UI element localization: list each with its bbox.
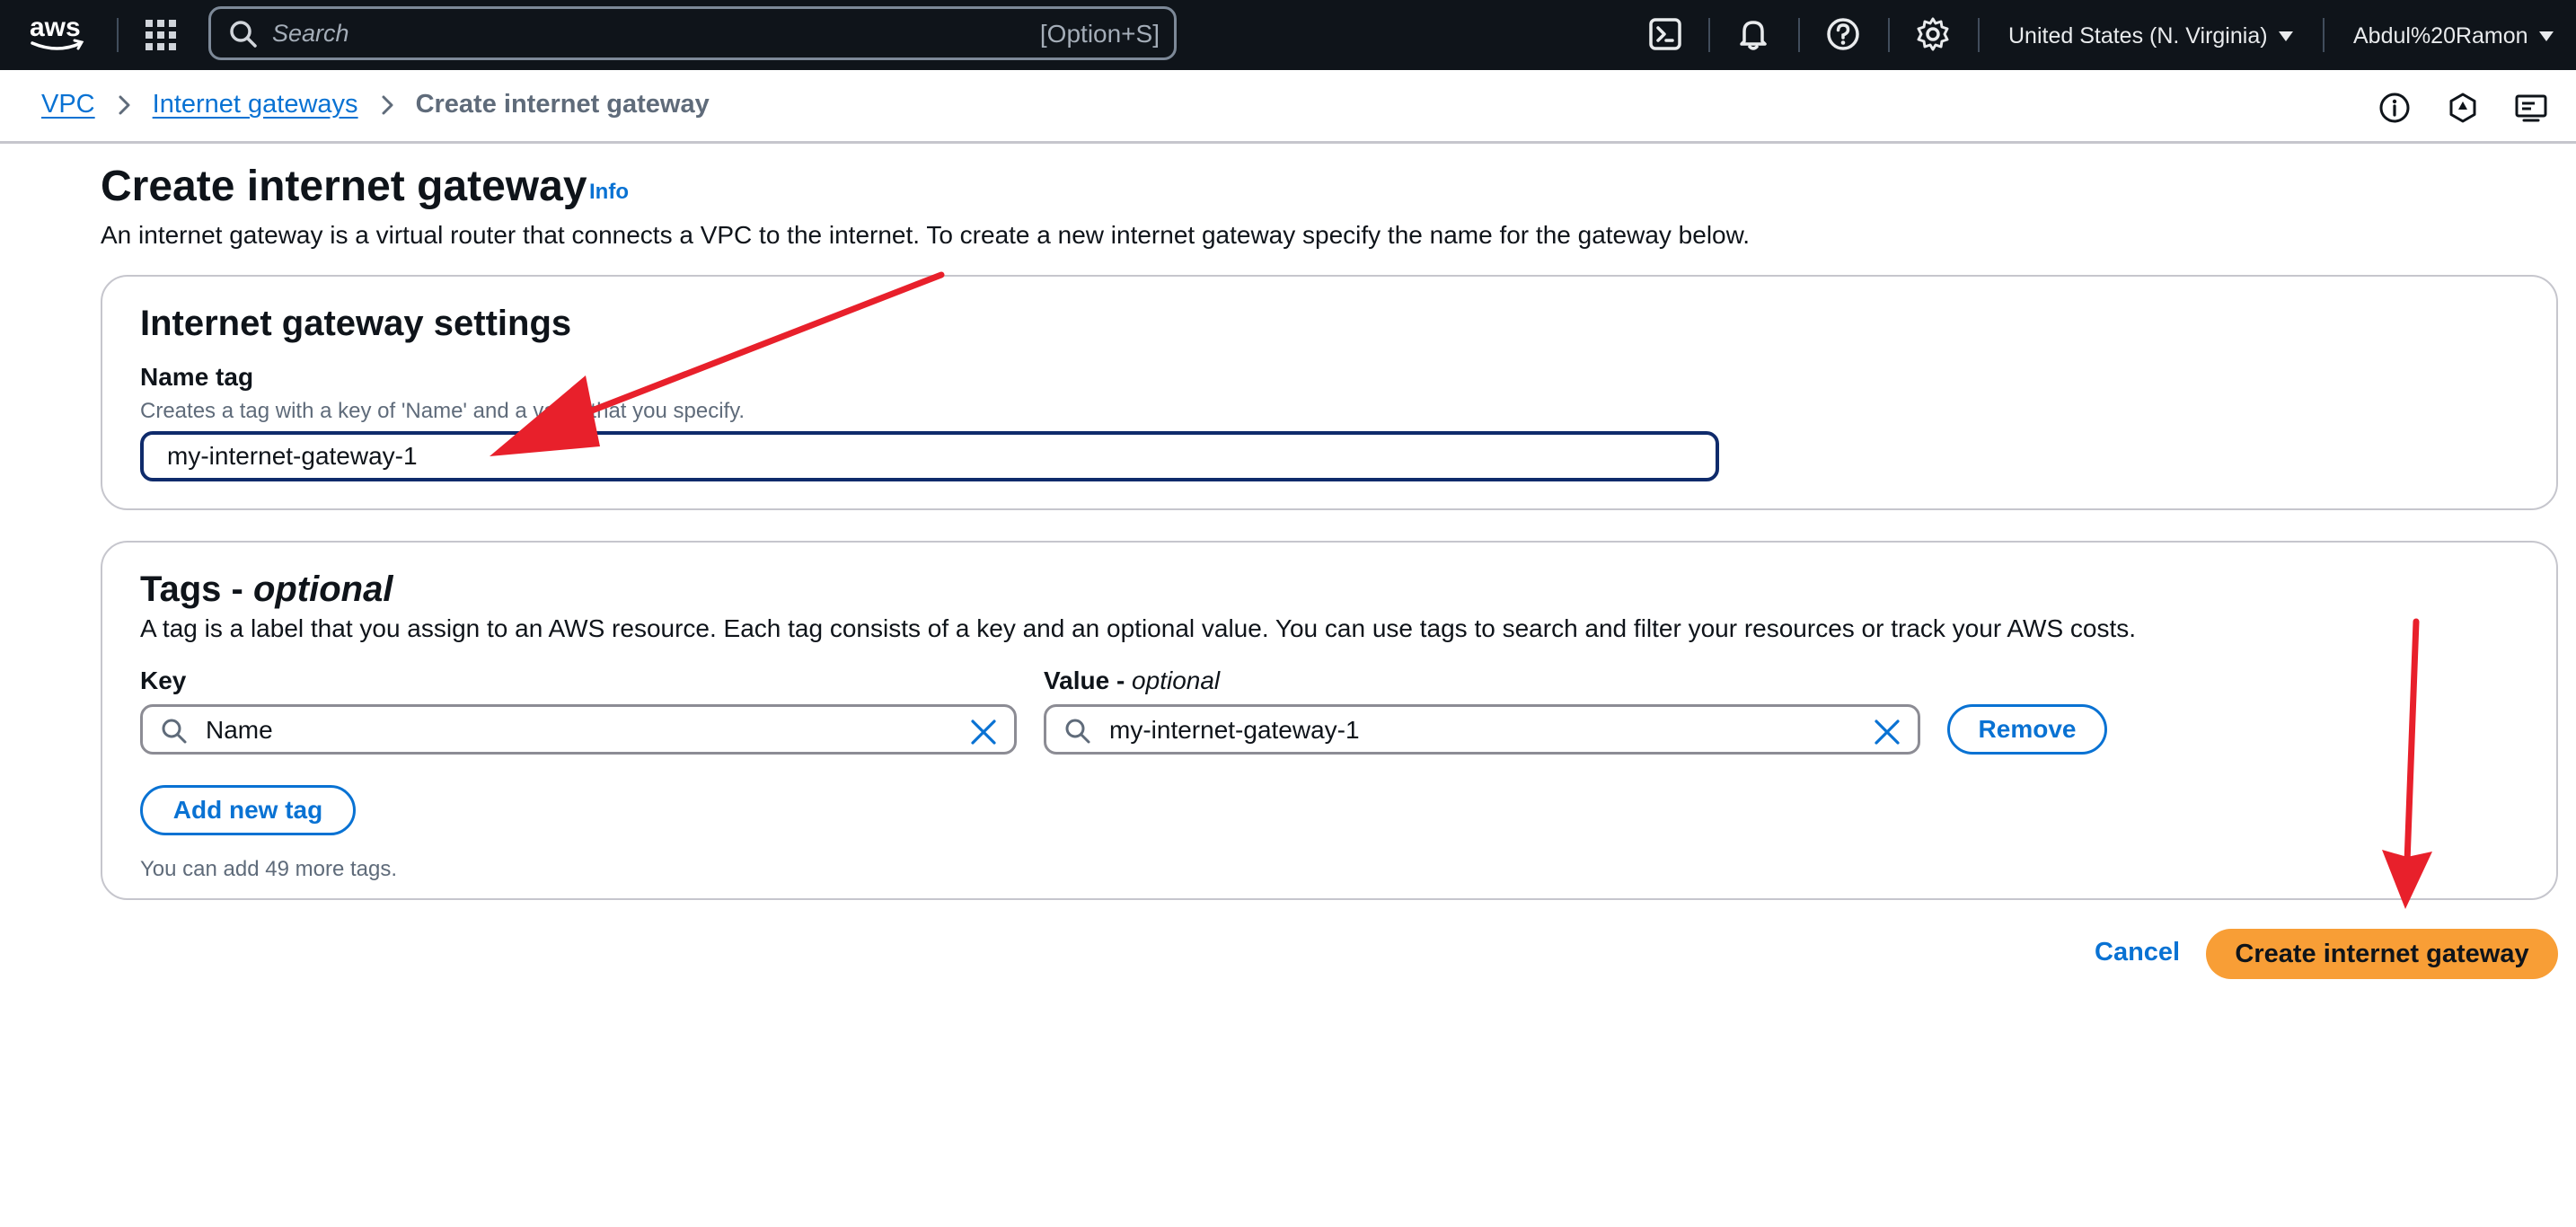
cloudshell-icon[interactable] [1647,16,1683,52]
tag-value-label-optional: optional [1132,666,1221,694]
page-title: Create internet gateway [101,163,587,210]
aws-logo[interactable]: aws [27,11,90,54]
nav-divider [1888,18,1890,52]
name-tag-input[interactable] [140,431,1719,481]
apps-grid-icon[interactable] [144,18,178,52]
clear-icon[interactable] [1873,718,1901,746]
breadcrumb-internet-gateways[interactable]: Internet gateways [153,90,358,119]
remove-tag-button[interactable]: Remove [1947,704,2107,755]
nav-divider [1798,18,1800,52]
caret-down-icon [2278,31,2293,41]
info-circle-icon[interactable] [2377,90,2413,126]
gear-icon[interactable] [1915,16,1951,52]
chevron-right-icon [382,95,393,114]
internet-gateway-settings-container: Internet gateway settings Name tag Creat… [101,275,2558,510]
tags-remaining-hint: You can add 49 more tags. [140,857,397,881]
name-tag-label: Name tag [140,363,254,391]
tags-description: A tag is a label that you assign to an A… [140,614,2137,642]
account-menu[interactable]: Abdul%20Ramon [2353,18,2554,54]
feedback-icon[interactable] [2445,90,2481,126]
breadcrumb-bar: VPC Internet gateways Create internet ga… [0,70,2576,144]
tag-value-input[interactable] [1109,714,1810,746]
settings-title: Internet gateway settings [140,304,572,343]
tag-key-label: Key [140,666,187,694]
search-icon [1064,718,1091,745]
nav-divider [1978,18,1980,52]
tags-title-optional: optional [252,569,393,609]
tags-title: Tags - optional [140,569,393,610]
screen-icon[interactable] [2513,90,2549,126]
help-icon[interactable] [1825,16,1861,52]
caret-down-icon [2538,31,2554,41]
bell-icon[interactable] [1735,16,1771,52]
tags-container: Tags - optional A tag is a label that yo… [101,541,2558,900]
svg-text:aws: aws [30,13,81,42]
cancel-button[interactable]: Cancel [2095,938,2180,967]
nav-divider [2323,18,2325,52]
breadcrumb-current: Create internet gateway [415,90,710,119]
search-icon [161,718,188,745]
nav-divider [117,18,119,52]
create-internet-gateway-button[interactable]: Create internet gateway [2206,929,2558,979]
tag-value-label-text: Value - [1044,666,1133,694]
search-shortcut-hint: [Option+S] [1039,20,1160,48]
tag-value-field[interactable] [1044,704,1920,755]
page-description: An internet gateway is a virtual router … [101,221,1751,249]
tag-value-label: Value - optional [1044,666,1220,695]
account-name: Abdul%20Ramon [2353,22,2528,49]
breadcrumb: VPC Internet gateways Create internet ga… [41,90,710,119]
info-link[interactable]: Info [589,180,629,205]
top-navigation: aws [Option+S] United [0,0,2576,70]
name-tag-description: Creates a tag with a key of 'Name' and a… [140,399,745,423]
nav-divider [1708,18,1710,52]
global-search-input[interactable] [272,16,955,50]
tag-key-field[interactable] [140,704,1017,755]
clear-icon[interactable] [969,718,998,746]
region-label: United States (N. Virginia) [2008,22,2268,49]
region-selector[interactable]: United States (N. Virginia) [2008,18,2293,54]
chevron-right-icon [119,95,130,114]
global-search[interactable]: [Option+S] [208,6,1177,60]
tag-key-input[interactable] [206,714,906,746]
add-new-tag-button[interactable]: Add new tag [140,785,356,835]
tags-title-text: Tags - [140,569,253,609]
search-icon [229,20,258,49]
breadcrumb-vpc[interactable]: VPC [41,90,95,119]
